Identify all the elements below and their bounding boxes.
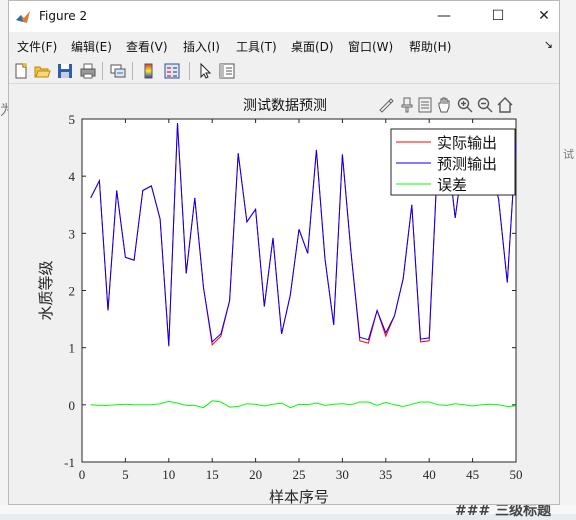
chart-title: 测试数据预测 (243, 98, 327, 114)
x-tick-label: 0 (79, 467, 86, 482)
x-tick-label: 50 (510, 467, 523, 482)
y-tick-label: 4 (69, 169, 76, 184)
background-right (560, 0, 576, 514)
x-tick-label: 5 (122, 467, 128, 482)
legend-label: 预测输出 (437, 156, 497, 173)
legend-label: 实际输出 (437, 135, 497, 152)
x-axis-label: 样本序号 (269, 489, 329, 506)
y-tick-label: -1 (64, 455, 75, 470)
y-tick-label: 0 (69, 398, 76, 413)
x-tick-label: 35 (379, 467, 392, 482)
x-tick-label: 45 (466, 467, 479, 482)
x-tick-label: 15 (206, 467, 219, 482)
background-text: 试 (563, 148, 574, 161)
figure-window: Figure 2 — ☐ ✕ 文件(F) 编辑(E) 查看(V) 插入(I) 工… (8, 0, 560, 506)
y-axis-label: 水质等级 (37, 260, 55, 320)
x-tick-label: 30 (336, 467, 349, 482)
x-tick-label: 10 (162, 467, 175, 482)
y-tick-label: 2 (69, 284, 76, 299)
x-tick-label: 25 (293, 467, 306, 482)
y-tick-label: 5 (69, 112, 76, 127)
x-tick-label: 20 (249, 467, 262, 482)
x-tick-label: 40 (423, 467, 436, 482)
y-tick-label: 1 (69, 341, 76, 356)
background-left (0, 0, 8, 514)
chart: 0 5 10 15 20 25 30 35 40 45 50-1012345测试数据预测样本序号水质… (37, 98, 523, 506)
legend-label: 误差 (437, 177, 467, 194)
y-tick-label: 3 (69, 226, 76, 241)
